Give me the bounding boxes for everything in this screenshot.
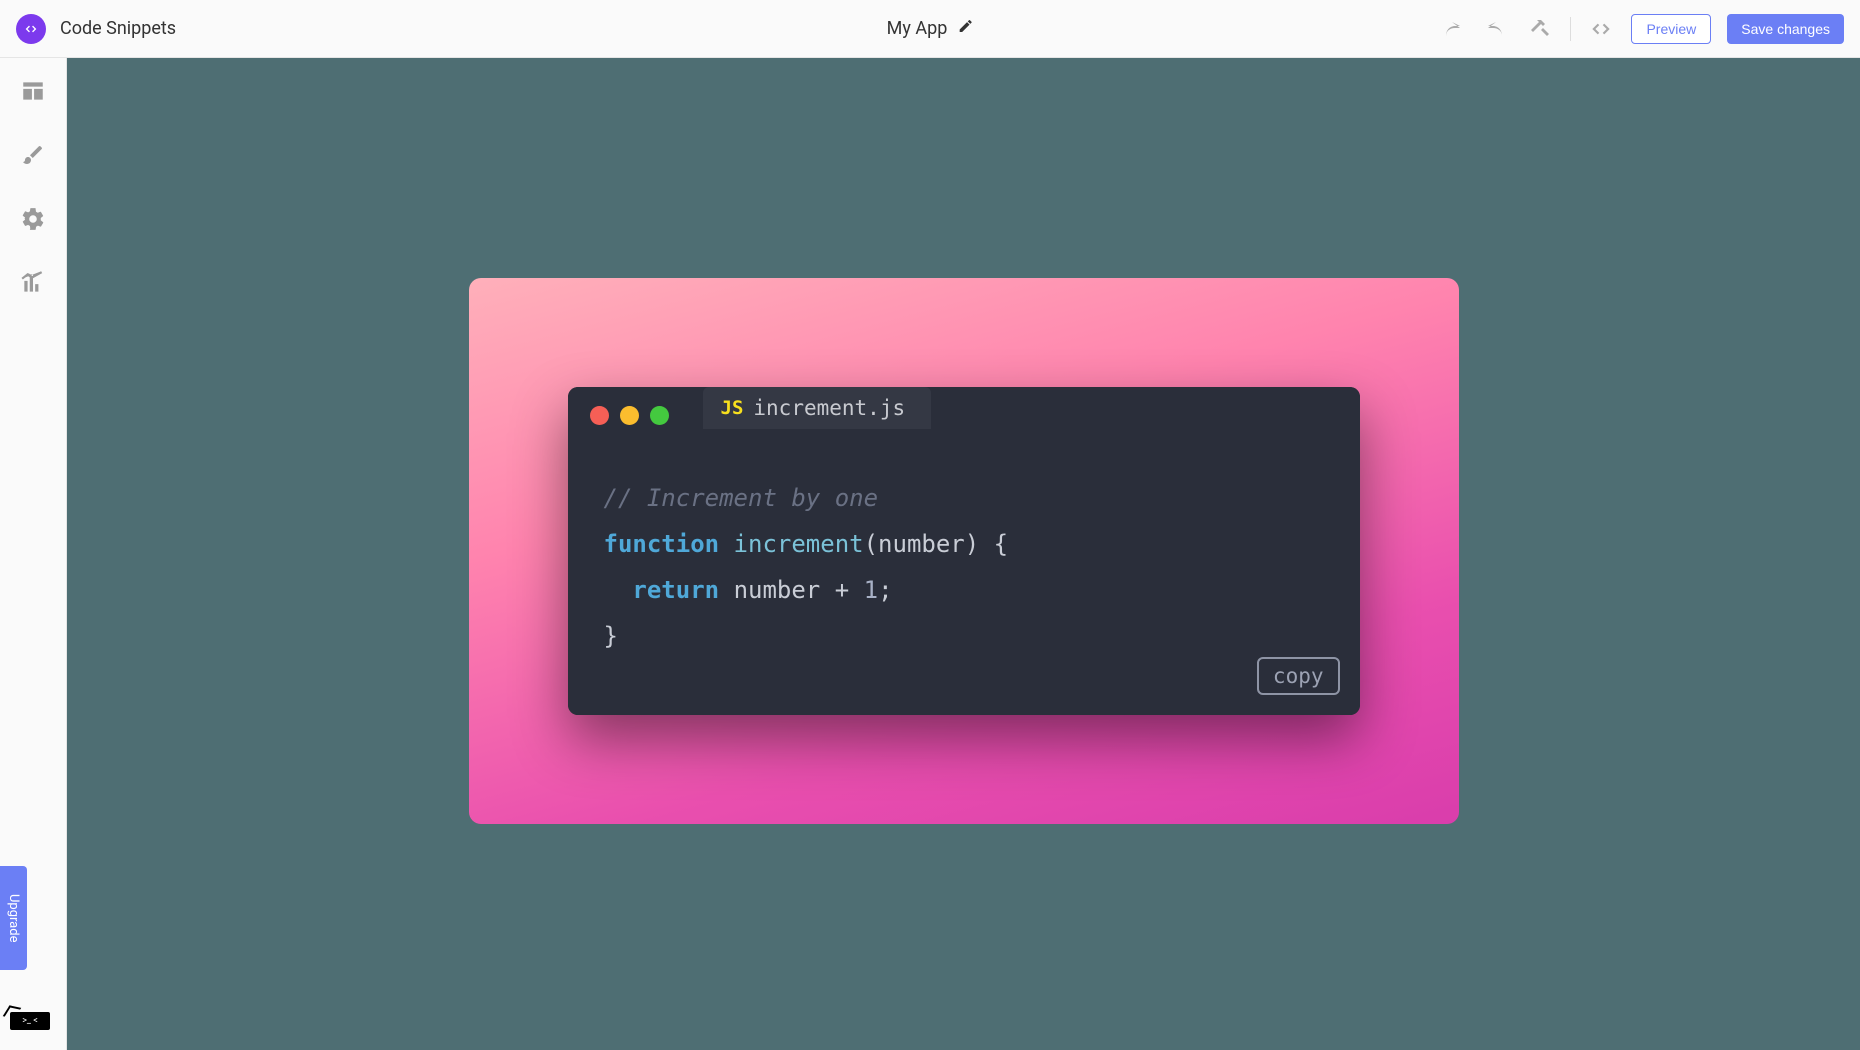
app-name-label: My App: [887, 18, 948, 39]
window-titlebar: JS increment.js: [568, 387, 1360, 429]
code-open-paren: (: [864, 530, 878, 558]
filename-label: increment.js: [753, 396, 905, 420]
undo-icon[interactable]: [1438, 15, 1466, 43]
data-tab-icon[interactable]: [20, 78, 46, 104]
canvas-area[interactable]: JS increment.js // Increment by one func…: [67, 58, 1860, 1050]
traffic-lights: [590, 406, 693, 429]
save-button[interactable]: Save changes: [1727, 14, 1844, 44]
zoom-dot-icon: [650, 406, 669, 425]
close-dot-icon: [590, 406, 609, 425]
divider: [1570, 17, 1571, 41]
code-area[interactable]: // Increment by one function increment(n…: [568, 429, 1360, 715]
preview-button[interactable]: Preview: [1631, 14, 1711, 44]
code-kw-function: function: [604, 530, 720, 558]
minimize-dot-icon: [620, 406, 639, 425]
upgrade-button[interactable]: Upgrade: [0, 866, 27, 970]
hammer-icon[interactable]: [1526, 15, 1554, 43]
code-op: +: [835, 576, 849, 604]
js-lang-icon: JS: [721, 397, 744, 419]
code-open-brace: {: [994, 530, 1008, 558]
redo-icon[interactable]: [1482, 15, 1510, 43]
analytics-icon[interactable]: [20, 270, 46, 296]
snippet-card: JS increment.js // Increment by one func…: [469, 278, 1459, 824]
header-right: Preview Save changes: [1438, 14, 1844, 44]
app-logo-icon[interactable]: [16, 14, 46, 44]
sidebar: Upgrade >_ <: [0, 58, 67, 1050]
code-semicolon: ;: [878, 576, 892, 604]
gear-icon[interactable]: [20, 206, 46, 232]
code-param: number: [878, 530, 965, 558]
code-comment: // Increment by one: [604, 484, 879, 512]
terminal-badge-icon[interactable]: >_ <: [10, 1012, 50, 1030]
page-title: Code Snippets: [60, 18, 176, 39]
brush-icon[interactable]: [20, 142, 46, 168]
code-ident: number: [734, 576, 821, 604]
code-num: 1: [864, 576, 878, 604]
file-tab[interactable]: JS increment.js: [703, 387, 932, 429]
code-close-paren: ): [965, 530, 979, 558]
copy-button[interactable]: copy: [1257, 657, 1340, 695]
pencil-icon: [957, 18, 973, 39]
code-window: JS increment.js // Increment by one func…: [568, 387, 1360, 715]
code-kw-return: return: [632, 576, 719, 604]
header-left: Code Snippets: [16, 14, 176, 44]
code-funcname: increment: [734, 530, 864, 558]
code-icon[interactable]: [1587, 15, 1615, 43]
app-header: Code Snippets My App Preview Save change…: [0, 0, 1860, 58]
code-close-brace: }: [604, 622, 618, 650]
app-name-group[interactable]: My App: [887, 18, 974, 39]
main-layout: Upgrade >_ < JS increment.js // Incremen…: [0, 58, 1860, 1050]
